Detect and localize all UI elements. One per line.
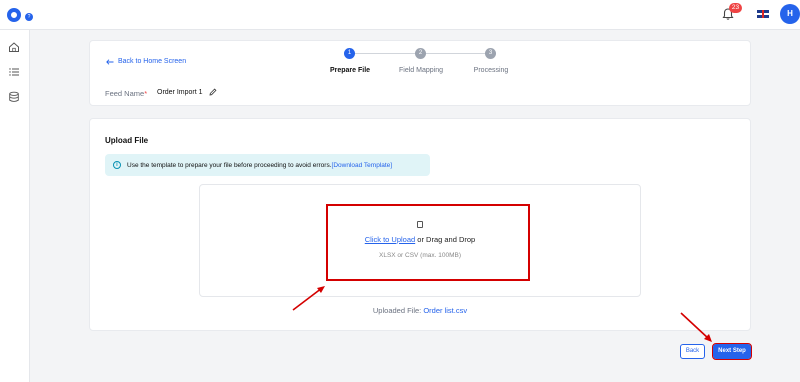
- uploaded-file-label: Uploaded File:: [372, 306, 424, 315]
- step-2-indicator: 2: [415, 48, 426, 59]
- info-icon: i: [113, 161, 121, 169]
- next-step-button[interactable]: Next Step: [712, 343, 752, 360]
- info-text: Use the template to prepare your file be…: [127, 162, 392, 169]
- uk-flag-icon[interactable]: [757, 10, 769, 18]
- notification-count-badge: 23: [729, 3, 742, 13]
- feed-name-label-text: Feed Name: [105, 89, 145, 98]
- user-avatar[interactable]: H: [780, 4, 800, 24]
- step-connector: [355, 53, 415, 54]
- feed-name-value[interactable]: Order Import 1: [157, 89, 203, 96]
- logo-help-icon[interactable]: ?: [25, 13, 33, 21]
- upload-title: Upload File: [105, 136, 149, 145]
- feed-header-card: Back to Home Screen 1 2 3 Prepare File F…: [89, 40, 751, 106]
- required-asterisk: *: [144, 89, 148, 98]
- edit-pencil-icon[interactable]: [209, 88, 217, 96]
- upload-prompt: Click to Upload or Drag and Drop: [359, 235, 481, 244]
- sidebar: [0, 30, 30, 382]
- arrow-left-icon: [106, 58, 114, 65]
- home-icon[interactable]: [8, 41, 20, 53]
- click-to-upload-link[interactable]: Click to Upload: [365, 235, 415, 244]
- step-3-indicator: 3: [485, 48, 496, 59]
- drag-drop-text: or Drag and Drop: [415, 235, 476, 244]
- download-template-link[interactable]: [Download Template]: [332, 162, 393, 169]
- step-1-label: Prepare File: [329, 67, 371, 74]
- step-connector: [426, 53, 485, 54]
- list-icon[interactable]: [8, 66, 20, 78]
- step-1-indicator: 1: [344, 48, 355, 59]
- back-link-label: Back to Home Screen: [118, 58, 187, 65]
- step-2-label: Field Mapping: [399, 67, 443, 74]
- accepted-formats: XLSX or CSV (max. 100MB): [379, 252, 461, 259]
- top-bar: ? 23 H: [0, 0, 800, 30]
- feed-name-label: Feed Name*: [105, 89, 147, 98]
- step-3-label: Processing: [473, 67, 509, 74]
- info-banner: i Use the template to prepare your file …: [105, 154, 430, 176]
- file-icon: [417, 221, 423, 228]
- back-button[interactable]: Back: [680, 344, 705, 359]
- database-icon[interactable]: [8, 91, 20, 103]
- uploaded-file-status: Uploaded File: Order list.csv: [289, 306, 551, 315]
- info-message: Use the template to prepare your file be…: [127, 161, 332, 169]
- app-logo-icon[interactable]: [7, 8, 21, 22]
- uploaded-file-name[interactable]: Order list.csv: [423, 306, 467, 315]
- back-to-home-link[interactable]: Back to Home Screen: [106, 58, 186, 65]
